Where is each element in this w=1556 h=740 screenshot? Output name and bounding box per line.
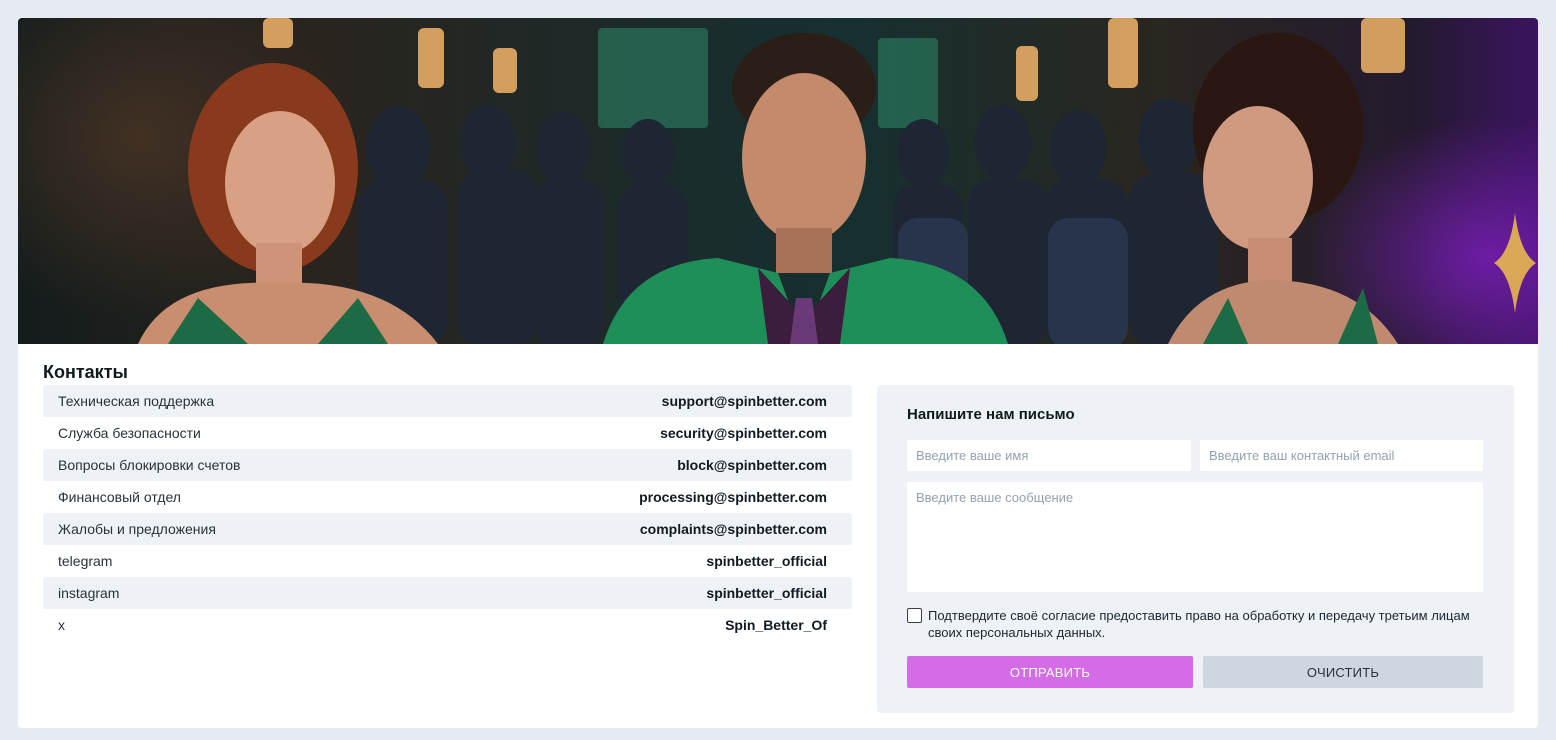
message-textarea[interactable] [907, 482, 1483, 592]
contact-label: telegram [58, 553, 113, 569]
contact-value[interactable]: spinbetter_official [706, 553, 827, 569]
contacts-list: Техническая поддержка support@spinbetter… [43, 385, 852, 641]
contact-value[interactable]: block@spinbetter.com [677, 457, 827, 473]
contact-label: Финансовый отдел [58, 489, 181, 505]
contact-value[interactable]: support@spinbetter.com [662, 393, 827, 409]
contacts-title: Контакты [43, 362, 128, 382]
contact-label: Служба безопасности [58, 425, 201, 441]
form-title: Напишите нам письмо [907, 406, 1075, 423]
contact-row-support: Техническая поддержка support@spinbetter… [43, 385, 852, 417]
contact-row-complaints: Жалобы и предложения complaints@spinbett… [43, 513, 852, 545]
contact-value[interactable]: processing@spinbetter.com [639, 489, 827, 505]
contact-label: Вопросы блокировки счетов [58, 457, 241, 473]
contact-label: Техническая поддержка [58, 393, 215, 409]
contact-value[interactable]: complaints@spinbetter.com [640, 521, 827, 537]
banner-illustration [138, 18, 1536, 344]
contact-form: Напишите нам письмо Подтвердите своё сог… [877, 385, 1514, 713]
hero-banner [18, 18, 1538, 344]
contact-label: Жалобы и предложения [58, 521, 216, 537]
contact-label: x [58, 617, 65, 633]
contact-value[interactable]: security@spinbetter.com [660, 425, 827, 441]
consent-row: Подтвердите своё согласие предоставить п… [907, 607, 1487, 641]
email-input[interactable] [1200, 440, 1483, 471]
submit-button[interactable]: ОТПРАВИТЬ [907, 656, 1193, 688]
contact-row-x: x Spin_Better_Of [43, 609, 852, 641]
contacts-card: Контакты Техническая поддержка support@s… [18, 18, 1538, 728]
contact-value[interactable]: Spin_Better_Of [725, 617, 827, 633]
name-input[interactable] [907, 440, 1191, 471]
contact-row-block: Вопросы блокировки счетов block@spinbett… [43, 449, 852, 481]
consent-text: Подтвердите своё согласие предоставить п… [928, 608, 1470, 640]
contact-row-security: Служба безопасности security@spinbetter.… [43, 417, 852, 449]
contact-row-instagram: instagram spinbetter_official [43, 577, 852, 609]
contact-row-finance: Финансовый отдел processing@spinbetter.c… [43, 481, 852, 513]
contact-value[interactable]: spinbetter_official [706, 585, 827, 601]
consent-checkbox[interactable] [907, 608, 922, 623]
clear-button[interactable]: ОЧИСТИТЬ [1203, 656, 1483, 688]
contact-label: instagram [58, 585, 120, 601]
contact-row-telegram: telegram spinbetter_official [43, 545, 852, 577]
